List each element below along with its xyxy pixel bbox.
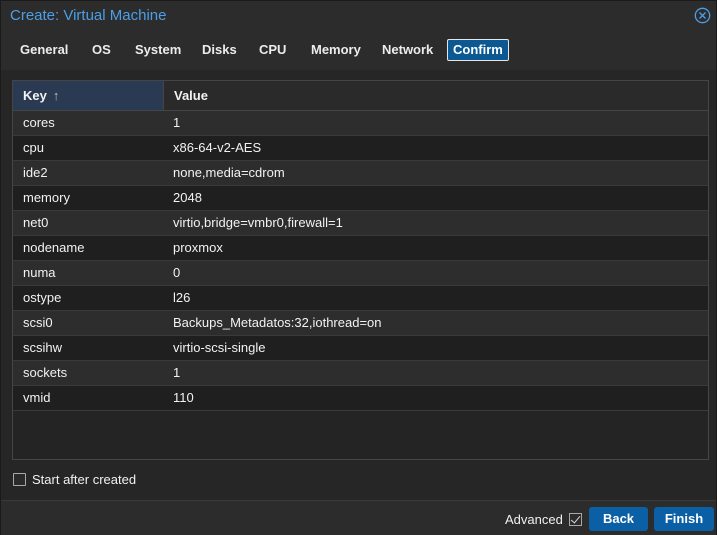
value-cell: x86-64-v2-AES: [173, 140, 262, 155]
dialog-titlebar: Create: Virtual Machine: [1, 1, 716, 31]
back-button[interactable]: Back: [589, 507, 648, 531]
wizard-tabs: General OS System Disks CPU Memory Netwo…: [1, 37, 716, 67]
close-icon[interactable]: [694, 7, 711, 24]
start-after-created-option[interactable]: Start after created: [13, 471, 136, 487]
value-cell: 1: [173, 115, 181, 130]
table-row[interactable]: cpu x86-64-v2-AES: [13, 136, 708, 161]
value-cell: 1: [173, 365, 181, 380]
sort-ascending-icon: ↑: [52, 88, 60, 103]
table-row[interactable]: vmid 110: [13, 386, 708, 411]
table-row[interactable]: memory 2048: [13, 186, 708, 211]
table-row[interactable]: cores 1: [13, 111, 708, 136]
key-cell: scsihw: [23, 340, 63, 355]
key-column-header[interactable]: Key ↑: [13, 81, 164, 110]
table-row[interactable]: scsihw virtio-scsi-single: [13, 336, 708, 361]
key-cell: cores: [23, 115, 55, 130]
value-cell: proxmox: [173, 240, 223, 255]
value-column-header[interactable]: Value: [164, 81, 708, 110]
key-cell: sockets: [23, 365, 68, 380]
tab-general[interactable]: General: [14, 39, 74, 61]
value-cell: l26: [173, 290, 191, 305]
key-cell: nodename: [23, 240, 85, 255]
key-cell: numa: [23, 265, 56, 280]
confirm-panel: Key ↑ Value cores 1 cpu x86-64-v2-AES ide2 n…: [1, 70, 716, 500]
tab-system[interactable]: System: [129, 39, 187, 61]
start-after-created-label: Start after created: [32, 471, 137, 487]
value-cell: virtio-scsi-single: [173, 340, 266, 355]
tab-confirm[interactable]: Confirm: [447, 39, 509, 61]
value-header-label: Value: [174, 88, 208, 103]
value-cell: 110: [173, 390, 194, 405]
grid-header: Key ↑ Value: [13, 81, 708, 111]
key-cell: ide2: [23, 165, 48, 180]
table-row[interactable]: scsi0 Backups_Metadatos:32,iothread=on: [13, 311, 708, 336]
table-row[interactable]: sockets 1: [13, 361, 708, 386]
key-cell: memory: [23, 190, 70, 205]
key-cell: ostype: [23, 290, 62, 305]
advanced-checkbox[interactable]: [568, 513, 582, 526]
summary-grid: Key ↑ Value cores 1 cpu x86-64-v2-AES ide2 n…: [12, 80, 709, 460]
tab-network[interactable]: Network: [376, 39, 439, 61]
finish-button[interactable]: Finish: [654, 507, 714, 531]
table-row[interactable]: ide2 none,media=cdrom: [13, 161, 708, 186]
key-cell: net0: [23, 215, 49, 230]
key-cell: scsi0: [23, 315, 53, 330]
table-row[interactable]: ostype l26: [13, 286, 708, 311]
tab-disks[interactable]: Disks: [196, 39, 243, 61]
value-cell: Backups_Metadatos:32,iothread=on: [173, 315, 382, 330]
table-row[interactable]: numa 0: [13, 261, 708, 286]
key-cell: cpu: [23, 140, 44, 155]
key-header-label: Key: [23, 88, 47, 103]
grid-body: cores 1 cpu x86-64-v2-AES ide2 none,media=c…: [13, 111, 708, 411]
advanced-toggle[interactable]: Advanced: [505, 512, 582, 527]
key-cell: vmid: [23, 390, 51, 405]
start-after-created-checkbox[interactable]: [13, 472, 26, 486]
tab-memory[interactable]: Memory: [305, 39, 367, 61]
value-cell: 0: [173, 265, 181, 280]
dialog-footer: Advanced Back Finish: [1, 500, 716, 535]
table-row[interactable]: net0 virtio,bridge=vmbr0,firewall=1: [13, 211, 708, 236]
tab-os[interactable]: OS: [86, 39, 117, 61]
value-cell: virtio,bridge=vmbr0,firewall=1: [173, 215, 343, 230]
advanced-label: Advanced: [505, 512, 563, 527]
value-cell: none,media=cdrom: [173, 165, 285, 180]
table-row[interactable]: nodename proxmox: [13, 236, 708, 261]
dialog-title: Create: Virtual Machine: [10, 7, 167, 24]
value-cell: 2048: [173, 190, 202, 205]
create-vm-dialog: Create: Virtual Machine General OS Syste…: [0, 0, 717, 535]
tab-cpu[interactable]: CPU: [253, 39, 292, 61]
